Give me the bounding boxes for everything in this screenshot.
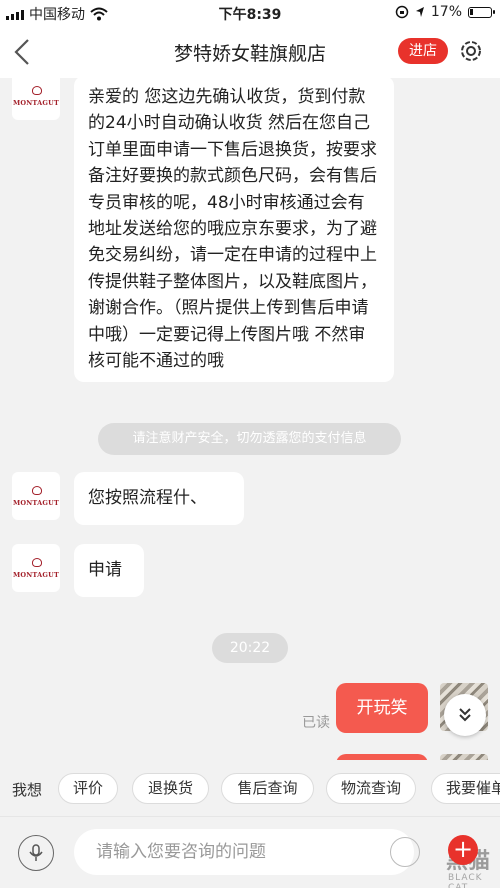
message-input[interactable] xyxy=(74,829,414,875)
logo-icon xyxy=(31,557,42,569)
enter-shop-button[interactable]: 进店 xyxy=(398,38,448,64)
logo-icon xyxy=(31,85,42,97)
quick-reply-chip[interactable]: 物流查询 xyxy=(326,773,416,804)
security-notice: 请注意财产安全，切勿透露您的支付信息 xyxy=(98,423,401,455)
microphone-icon xyxy=(29,844,43,861)
status-bar: 中国移动 下午8:39 17% xyxy=(0,0,500,26)
shop-logo-text: MONTAGUT xyxy=(13,98,59,107)
timestamp-pill: 20:22 xyxy=(212,633,288,663)
message-bubble: 亲爱的 您这边先确认收货，货到付款的24小时自动确认收货 然后在您自己订单里面申… xyxy=(74,78,394,383)
shop-logo-text: MONTAGUT xyxy=(13,570,59,579)
quick-reply-chip[interactable]: 我要催单 xyxy=(431,773,500,804)
quick-reply-chip[interactable]: 评价 xyxy=(58,773,118,804)
quick-reply-chip[interactable]: 售后查询 xyxy=(221,773,314,804)
read-status: 已读 xyxy=(302,715,330,731)
chat-area[interactable]: MONTAGUT 亲爱的 您这边先确认收货，货到付款的24小时自动确认收货 然后… xyxy=(0,78,500,760)
shop-avatar[interactable]: MONTAGUT xyxy=(12,544,60,592)
emoji-icon[interactable] xyxy=(390,837,420,867)
logo-icon xyxy=(31,485,42,497)
watermark-subtext: BLACK CAT xyxy=(448,873,483,888)
scroll-down-button[interactable] xyxy=(444,694,486,736)
shop-avatar[interactable]: MONTAGUT xyxy=(12,78,60,120)
battery-icon xyxy=(468,6,495,18)
nav-bar: 梦特娇女鞋旗舰店 进店 xyxy=(0,26,500,78)
message-bubble: 申请 xyxy=(74,544,144,597)
shop-logo-text: MONTAGUT xyxy=(13,498,59,507)
quick-reply-bar: 我想 评价 退换货 售后查询 物流查询 我要催单 xyxy=(0,760,500,816)
lock-rotation-icon xyxy=(395,5,409,19)
quick-reply-label: 我想 xyxy=(12,781,43,799)
gear-icon[interactable] xyxy=(457,37,485,65)
message-bubble: 您按照流程什、 xyxy=(74,472,244,525)
location-icon xyxy=(415,7,424,17)
chevron-down-icon xyxy=(459,708,471,722)
quick-reply-chip[interactable]: 退换货 xyxy=(132,773,209,804)
plus-icon[interactable]: + xyxy=(448,835,478,865)
battery-percent: 17% xyxy=(430,4,462,20)
battery-fill xyxy=(470,8,473,15)
input-bar: 黑猫 BLACK CAT + xyxy=(0,816,500,888)
voice-button[interactable] xyxy=(18,835,54,871)
message-bubble-outgoing: 开玩笑 xyxy=(336,683,428,733)
shop-avatar[interactable]: MONTAGUT xyxy=(12,472,60,520)
status-right: 17% xyxy=(395,4,495,20)
